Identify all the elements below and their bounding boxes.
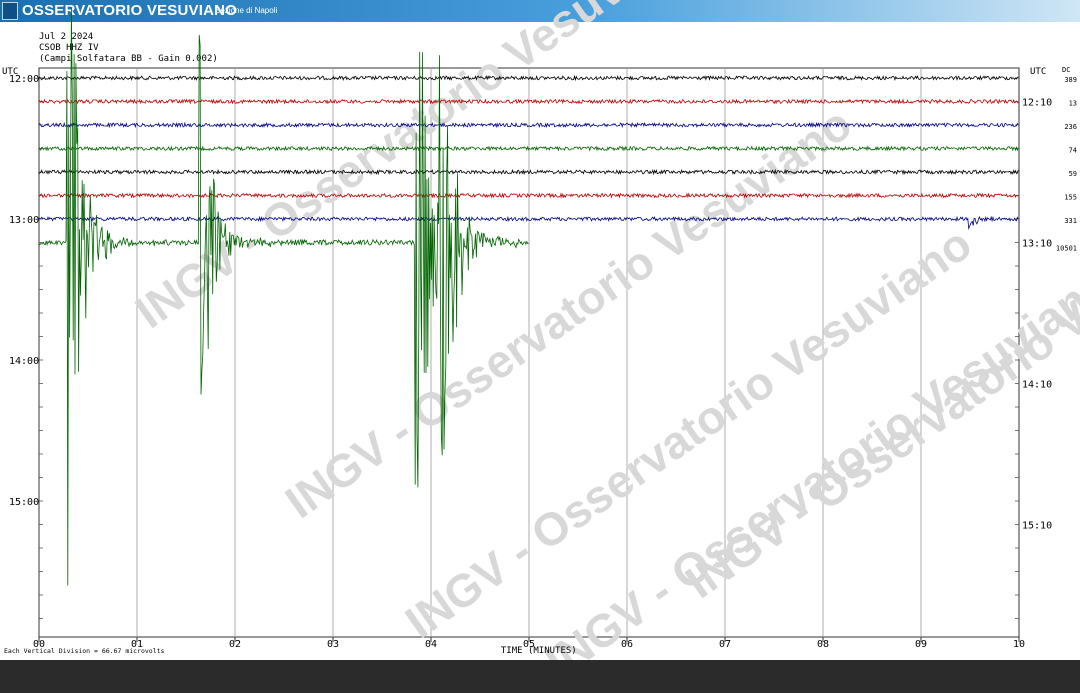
x-tick-label: 07 bbox=[719, 639, 731, 650]
left-time-label: 15:00 bbox=[9, 497, 39, 508]
dc-value: 389 bbox=[1064, 76, 1077, 84]
right-time-label: 15:10 bbox=[1022, 521, 1052, 532]
dc-value: 155 bbox=[1064, 194, 1077, 202]
left-time-label: 13:00 bbox=[9, 215, 39, 226]
dc-value: 59 bbox=[1069, 170, 1077, 178]
left-time-label: 14:00 bbox=[9, 356, 39, 367]
watermark-layer: INGV - Osservatorio VesuvianoINGV - Osse… bbox=[126, 0, 1080, 660]
x-tick-label: 02 bbox=[229, 639, 241, 650]
left-time-label: 12:00 bbox=[9, 74, 39, 85]
dc-value: 331 bbox=[1064, 217, 1077, 225]
right-axis-title: UTC bbox=[1030, 67, 1046, 77]
right-time-label: 13:10 bbox=[1022, 239, 1052, 250]
right-time-label: 14:10 bbox=[1022, 380, 1052, 391]
x-tick-label: 04 bbox=[425, 639, 437, 650]
dc-header: DC bbox=[1062, 66, 1070, 74]
bottom-bar bbox=[0, 660, 1080, 693]
scale-note: Each Vertical Division = 66.67 microvolt… bbox=[4, 647, 165, 655]
x-tick-label: 10 bbox=[1013, 639, 1025, 650]
seismogram-chart: INGV - Osservatorio VesuvianoINGV - Osse… bbox=[2, 0, 1080, 660]
x-axis-label: TIME (MINUTES) bbox=[501, 646, 577, 656]
x-tick-label: 03 bbox=[327, 639, 339, 650]
dc-value: 10501 bbox=[1056, 245, 1077, 253]
dc-value: 74 bbox=[1069, 147, 1077, 155]
dc-value: 13 bbox=[1069, 100, 1077, 108]
right-time-label: 12:10 bbox=[1022, 98, 1052, 109]
x-tick-label: 08 bbox=[817, 639, 829, 650]
x-tick-label: 06 bbox=[621, 639, 633, 650]
x-tick-label: 09 bbox=[915, 639, 927, 650]
dc-value: 236 bbox=[1064, 123, 1077, 131]
